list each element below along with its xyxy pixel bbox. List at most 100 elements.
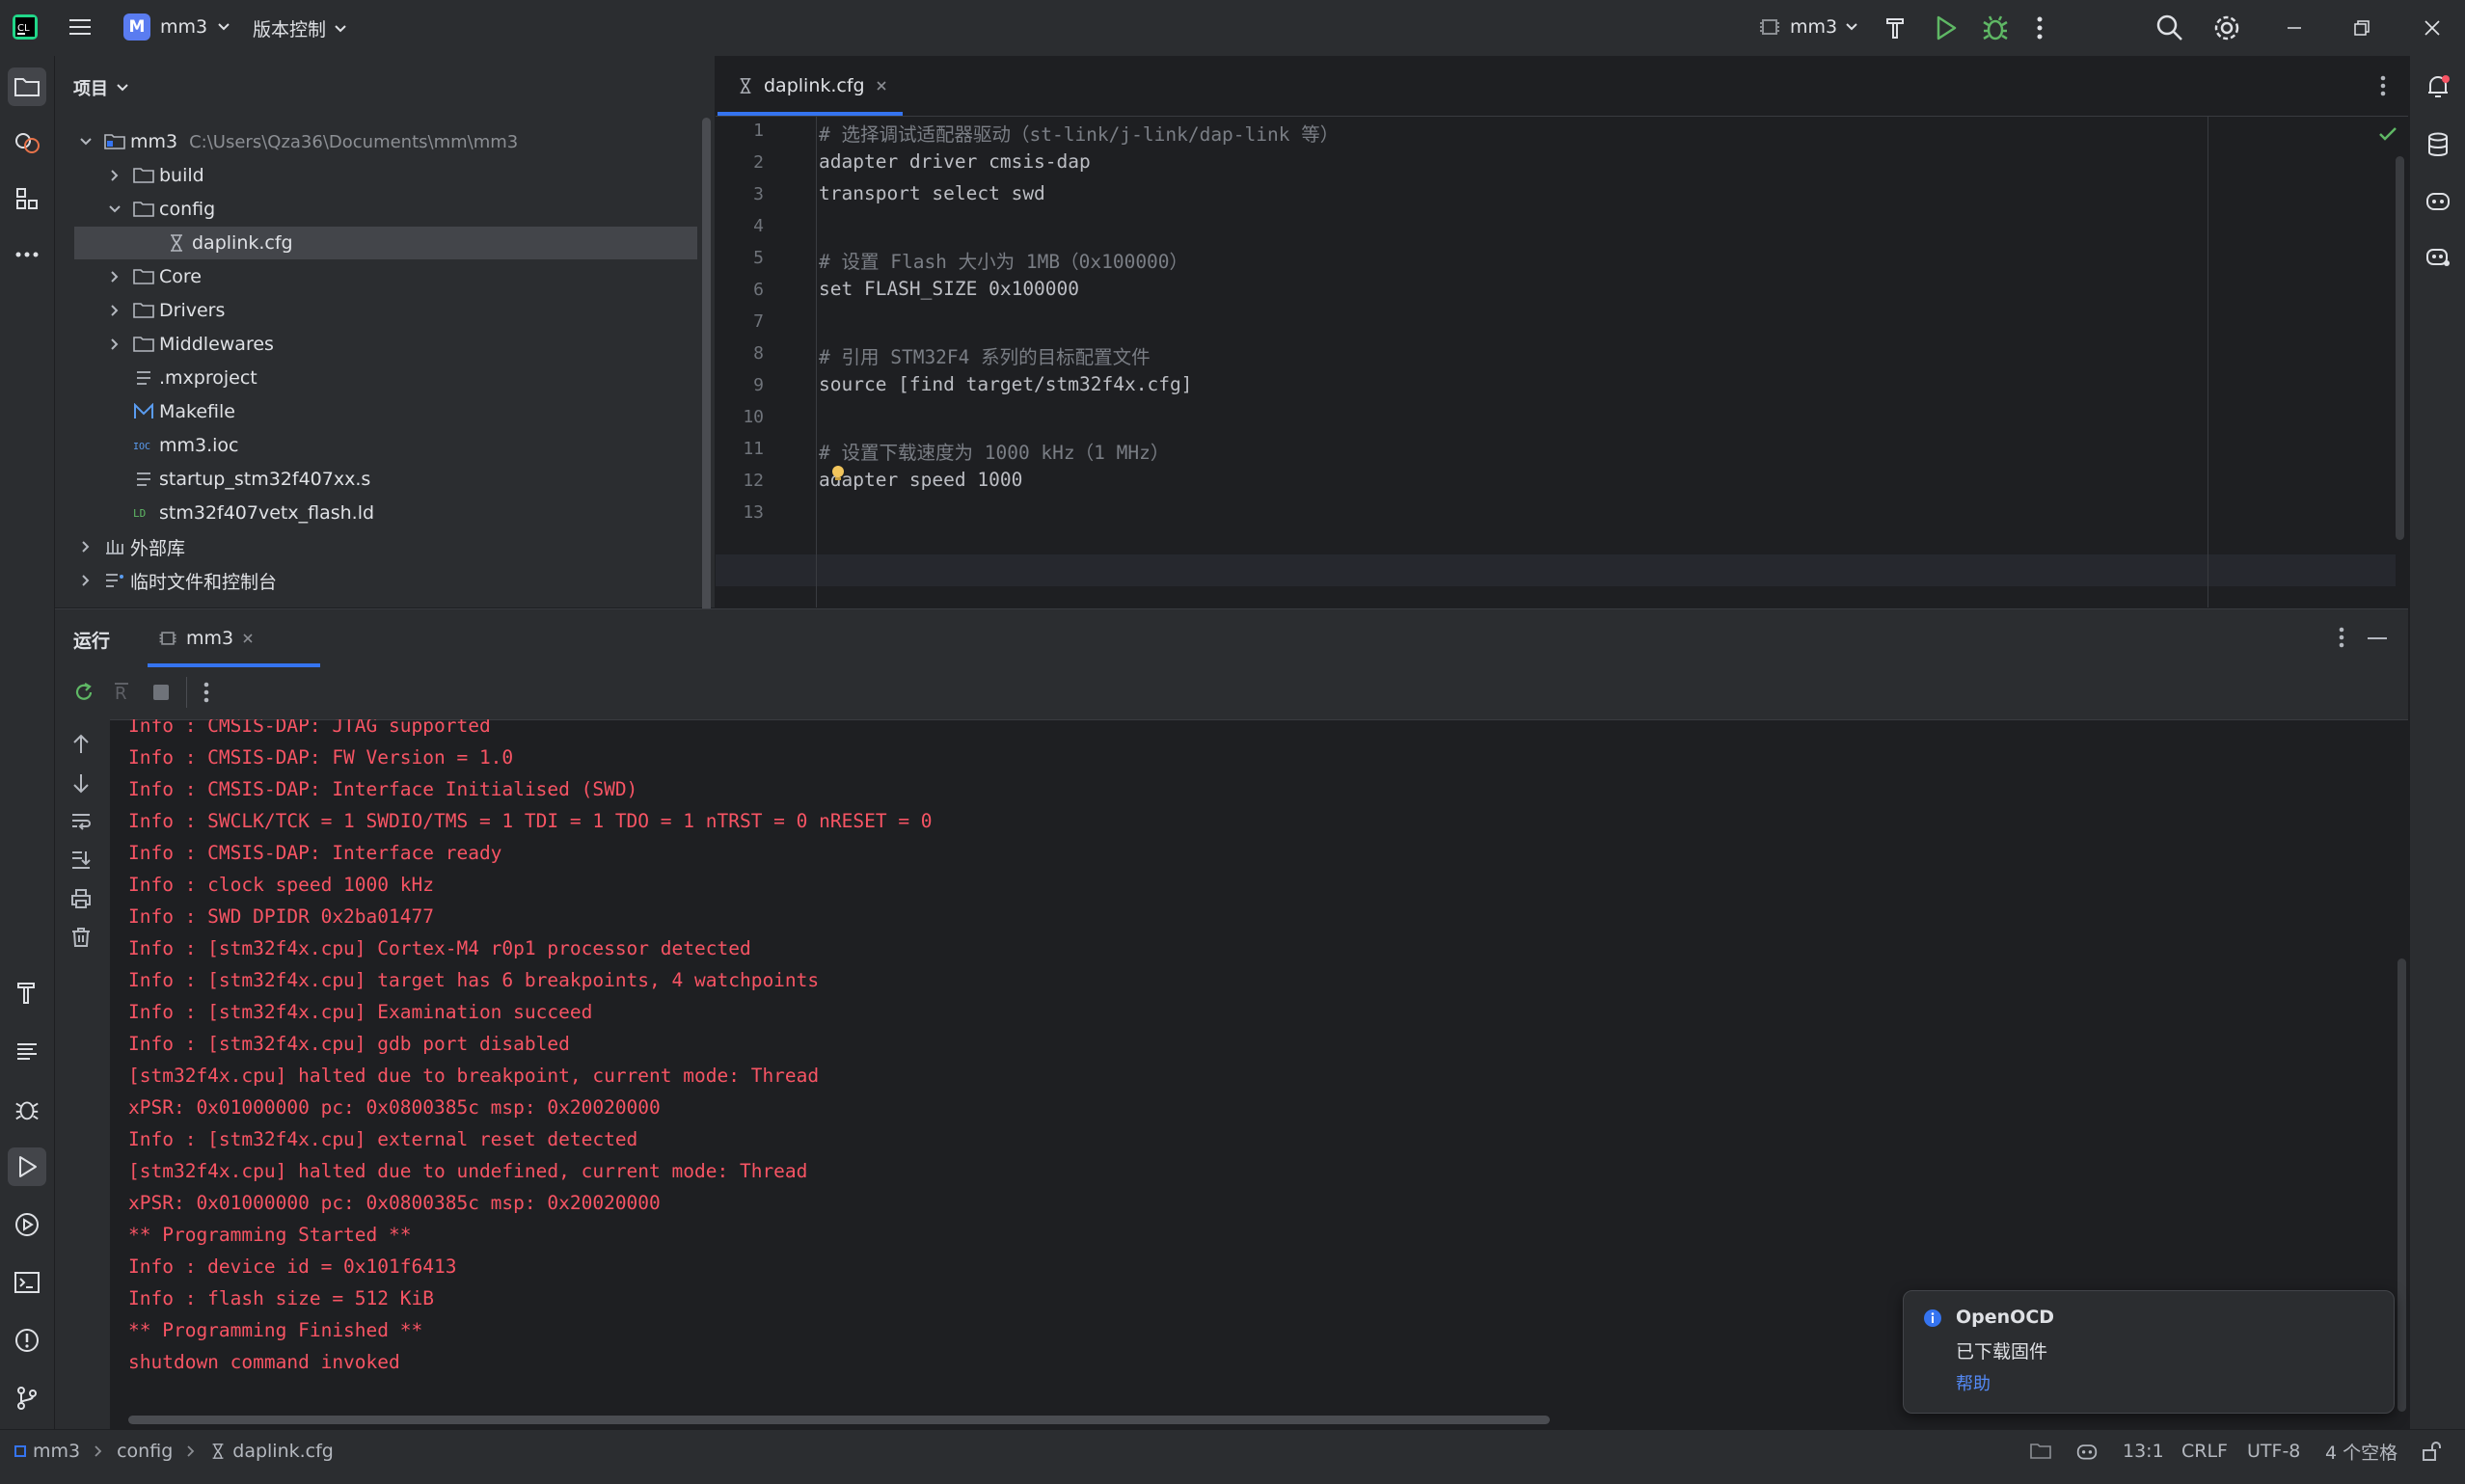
code-line[interactable]: # 引用 STM32F4 系列的目标配置文件	[819, 341, 1151, 369]
database-icon[interactable]	[2419, 125, 2457, 164]
settings-gear-icon[interactable]	[2212, 13, 2241, 42]
scroll-to-end-icon[interactable]	[69, 849, 93, 872]
tab-daplink-cfg[interactable]: daplink.cfg	[718, 56, 903, 116]
vcs-menu[interactable]: 版本控制	[253, 15, 347, 41]
build-hammer-icon[interactable]	[8, 974, 46, 1012]
rerun-icon[interactable]	[72, 681, 95, 704]
code-line[interactable]: adapter speed 1000	[819, 469, 1022, 491]
terminal-icon[interactable]	[8, 1263, 46, 1302]
stop-icon	[151, 683, 171, 702]
restore-window-icon[interactable]	[2353, 19, 2370, 37]
tree-node-drivers[interactable]: Drivers	[105, 294, 703, 327]
tree-label: 外部库	[130, 537, 186, 559]
scroll-down-arrow-icon[interactable]	[71, 771, 91, 795]
services-icon[interactable]	[8, 1205, 46, 1244]
line-number: 9	[753, 375, 764, 395]
config-file-icon	[165, 232, 188, 254]
git-branch-icon[interactable]	[8, 1379, 46, 1417]
run-toolbar-more-icon[interactable]	[202, 680, 211, 705]
tree-node-linker-script[interactable]: LD stm32f407vetx_flash.ld	[132, 497, 701, 529]
file-encoding[interactable]: UTF-8	[2247, 1430, 2300, 1472]
tree-node-daplink-cfg[interactable]: daplink.cfg	[74, 227, 697, 259]
project-scrollbar[interactable]	[702, 118, 711, 619]
notifications-bell-icon[interactable]	[2419, 67, 2457, 106]
tree-node-mm3-ioc[interactable]: IOC mm3.ioc	[132, 429, 701, 462]
code-line[interactable]: source [find target/stm32f4x.cfg]	[819, 373, 1192, 395]
run-config-selector[interactable]: mm3	[1757, 14, 1858, 40]
editor-more-icon[interactable]	[2378, 73, 2388, 98]
structure-icon[interactable]	[8, 179, 46, 218]
tree-node-external-libraries[interactable]: 外部库	[76, 530, 703, 563]
tree-node-middlewares[interactable]: Middlewares	[105, 328, 703, 361]
code-line[interactable]: set FLASH_SIZE 0x100000	[819, 278, 1079, 300]
clear-trash-icon[interactable]	[69, 926, 93, 949]
project-folder-icon[interactable]	[8, 67, 46, 106]
copilot-chat-icon[interactable]	[2419, 237, 2457, 276]
main-menu-icon[interactable]	[68, 15, 93, 39]
soft-wrap-icon[interactable]	[69, 810, 93, 833]
run-tab-label: mm3	[186, 628, 234, 649]
project-panel-header[interactable]: 项目	[73, 75, 129, 100]
tree-node-mxproject[interactable]: .mxproject	[132, 362, 701, 394]
problems-icon[interactable]	[8, 1321, 46, 1360]
breadcrumb-folder[interactable]: config	[117, 1441, 173, 1462]
line-number: 7	[753, 311, 764, 332]
tree-node-build[interactable]: build	[105, 159, 703, 192]
folder-icon	[132, 165, 155, 186]
run-panel-more-icon[interactable]	[2337, 625, 2346, 650]
more-tools-icon[interactable]	[8, 235, 46, 274]
more-actions-icon[interactable]	[2035, 13, 2045, 42]
ai-assistant-icon[interactable]	[8, 123, 46, 162]
notification-help-link[interactable]: 帮助	[1956, 1370, 1991, 1395]
run-panel-icon[interactable]	[8, 1147, 46, 1186]
notification-popup[interactable]: OpenOCD 已下载固件 帮助	[1903, 1290, 2395, 1414]
hide-panel-minimize-icon[interactable]	[2368, 636, 2387, 640]
console-line: ** Programming Started **	[128, 1224, 412, 1246]
tree-node-core[interactable]: Core	[105, 260, 703, 293]
svg-text:IOC: IOC	[133, 442, 150, 452]
indent-setting[interactable]: 4 个空格	[2325, 1430, 2397, 1472]
search-icon[interactable]	[2155, 13, 2184, 42]
project-selector[interactable]: M mm3	[123, 13, 230, 40]
line-ending[interactable]: CRLF	[2181, 1430, 2228, 1472]
lock-unlocked-icon[interactable]	[2421, 1430, 2442, 1472]
tree-node-scratches[interactable]: 临时文件和控制台	[76, 564, 703, 597]
tree-node-config[interactable]: config	[105, 193, 703, 226]
scroll-up-arrow-icon[interactable]	[71, 733, 91, 756]
code-line[interactable]: # 选择调试适配器驱动（st-link/j-link/dap-link 等）	[819, 119, 1339, 147]
run-tab-mm3[interactable]: mm3	[148, 609, 264, 667]
vcs-label: 版本控制	[253, 19, 327, 40]
close-window-icon[interactable]	[2423, 18, 2442, 38]
code-line[interactable]: # 设置 Flash 大小为 1MB（0x100000）	[819, 246, 1188, 274]
code-line[interactable]: adapter driver cmsis-dap	[819, 150, 1091, 173]
debug-bug-icon[interactable]	[8, 1090, 46, 1128]
console-horizontal-scrollbar[interactable]	[128, 1416, 1550, 1424]
tree-node-root[interactable]: mm3 C:\Users\Qza36\Documents\mm\mm3	[76, 125, 703, 158]
log-lines-icon[interactable]	[8, 1032, 46, 1070]
breadcrumb-project[interactable]: mm3	[33, 1441, 80, 1462]
intention-bulb-icon[interactable]	[829, 464, 847, 483]
run-play-icon[interactable]	[1932, 13, 1959, 42]
editor-scrollbar[interactable]	[2396, 156, 2404, 540]
print-icon[interactable]	[69, 887, 93, 910]
debug-bug-icon[interactable]	[1981, 13, 2010, 42]
code-line[interactable]: # 设置下载速度为 1000 kHz（1 MHz）	[819, 437, 1169, 465]
tree-node-startup[interactable]: startup_stm32f407xx.s	[132, 463, 701, 496]
console-vertical-scrollbar[interactable]	[2397, 958, 2406, 1412]
inspection-ok-check-icon[interactable]	[2378, 125, 2397, 143]
project-panel-title: 项目	[73, 79, 108, 99]
build-hammer-icon[interactable]	[1883, 14, 1910, 41]
close-tab-icon[interactable]	[241, 632, 255, 645]
code-line[interactable]: transport select swd	[819, 182, 1045, 204]
console-line: Info : CMSIS-DAP: FW Version = 1.0	[128, 746, 514, 769]
caret-position[interactable]: 13:1	[2123, 1430, 2164, 1472]
console-line: [stm32f4x.cpu] halted due to undefined, …	[128, 1160, 808, 1182]
close-tab-icon[interactable]	[875, 79, 888, 93]
copilot-icon[interactable]	[2419, 181, 2457, 220]
line-number: 5	[753, 248, 764, 268]
folder-icon[interactable]	[2030, 1430, 2051, 1472]
minimize-window-icon[interactable]	[2286, 19, 2303, 37]
tree-node-makefile[interactable]: Makefile	[132, 395, 701, 428]
copilot-status-icon[interactable]	[2075, 1430, 2099, 1472]
breadcrumb-file[interactable]: daplink.cfg	[232, 1441, 334, 1462]
